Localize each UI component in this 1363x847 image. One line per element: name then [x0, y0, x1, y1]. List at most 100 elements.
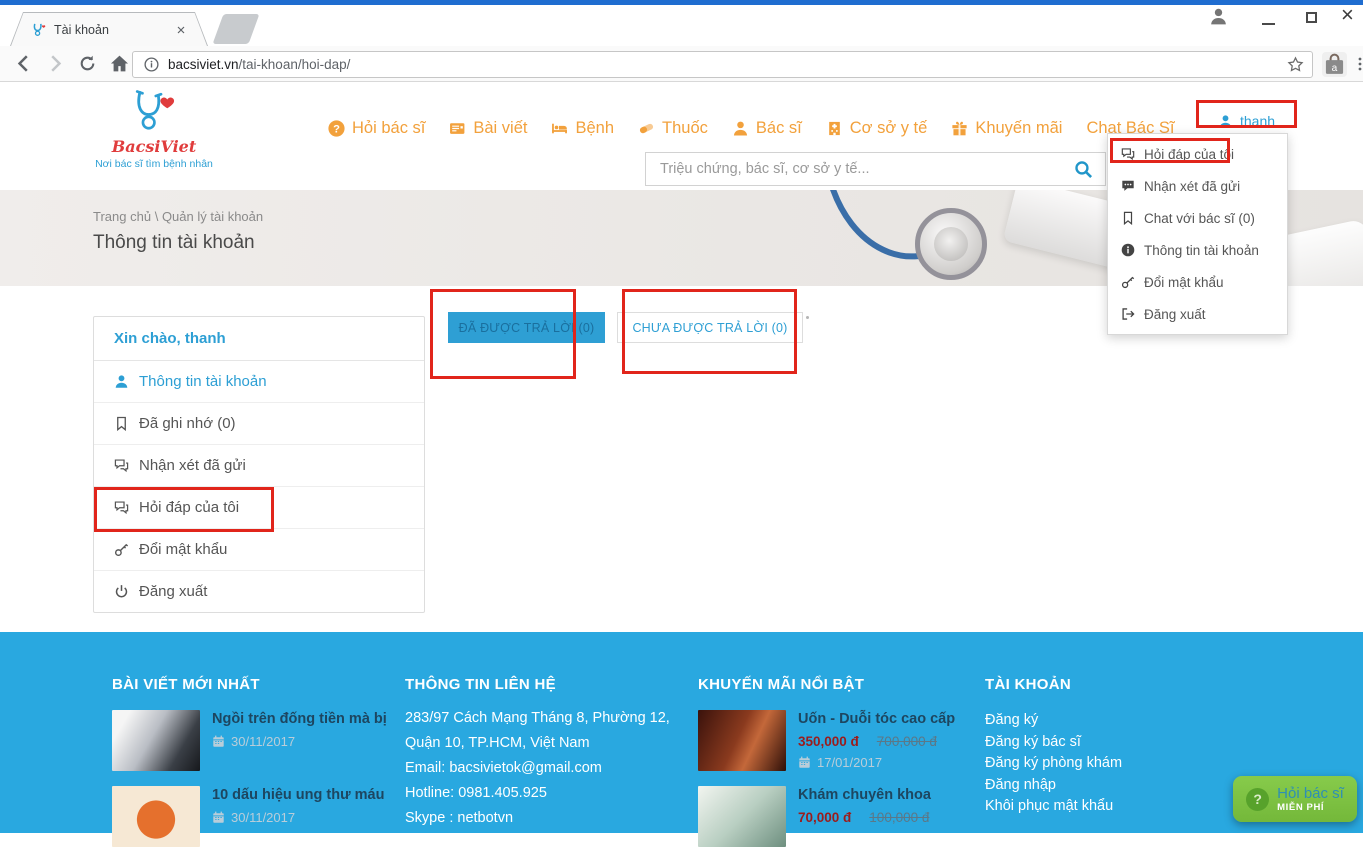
contact-skype: Skype : netbotvn	[405, 806, 670, 831]
comments-icon	[114, 500, 129, 515]
footer-post-item[interactable]: Ngồi trên đống tiền mà bị 30/11/2017	[112, 710, 392, 771]
menu-item-label: Đăng xuất	[1144, 307, 1206, 322]
menu-item-doi-mat-khau[interactable]: Đổi mật khẩu	[1108, 266, 1287, 298]
newspaper-icon	[449, 120, 466, 137]
site-logo[interactable]: BacsiViet Nơi bác sĩ tìm bệnh nhân	[88, 88, 220, 170]
nav-label: Bệnh	[575, 119, 614, 138]
page-title: Thông tin tài khoản	[93, 232, 255, 254]
contact-address-line: Quận 10, TP.HCM, Việt Nam	[405, 731, 670, 756]
question-circle-icon: ?	[328, 120, 345, 137]
sidebar-item-thong-tin-tai-khoan[interactable]: Thông tin tài khoản	[94, 361, 424, 403]
menu-item-label: Nhận xét đã gửi	[1144, 179, 1240, 194]
extension-icon[interactable]: a	[1322, 52, 1347, 77]
tab-close-icon[interactable]	[175, 24, 187, 36]
menu-item-hoi-dap-cua-toi[interactable]: Hỏi đáp của tôi	[1108, 138, 1287, 170]
nav-item-co-so-y-te[interactable]: Cơ sở y tế	[826, 119, 928, 138]
menu-item-thong-tin-tai-khoan[interactable]: Thông tin tài khoản	[1108, 234, 1287, 266]
sidebar-greeting: Xin chào, thanh	[94, 317, 424, 361]
promo-old-price: 700,000 đ	[877, 734, 937, 749]
comment-filled-icon	[1121, 179, 1135, 193]
sidebar-item-label: Nhận xét đã gửi	[139, 457, 246, 474]
nav-label: Bác sĩ	[756, 119, 802, 138]
sidebar-item-dang-xuat[interactable]: Đăng xuất	[94, 571, 424, 612]
breadcrumb-home[interactable]: Trang chủ	[93, 209, 151, 224]
nav-label: Hỏi bác sĩ	[352, 119, 425, 138]
footer-column-title: BÀI VIẾT MỚI NHẤT	[112, 676, 260, 693]
nav-item-benh[interactable]: Bệnh	[551, 119, 614, 138]
contact-email: Email: bacsivietok@gmail.com	[405, 756, 670, 781]
menu-item-dang-xuat[interactable]: Đăng xuất	[1108, 298, 1287, 330]
nav-item-khuyen-mai[interactable]: Khuyến mãi	[951, 119, 1062, 138]
footer-latest-posts: BÀI VIẾT MỚI NHẤT Ngồi trên đống tiền mà…	[112, 632, 392, 833]
nav-item-bac-si[interactable]: Bác sĩ	[732, 119, 802, 138]
post-thumbnail[interactable]	[112, 710, 200, 771]
stethoscope-photo-decoration	[915, 208, 987, 280]
bed-icon	[551, 120, 568, 137]
stray-dot-decoration	[806, 316, 809, 319]
browser-tab[interactable]: Tài khoản	[10, 12, 208, 46]
window-minimize-button[interactable]	[1262, 23, 1275, 25]
sidebar-item-doi-mat-khau[interactable]: Đổi mật khẩu	[94, 529, 424, 571]
calendar-icon	[212, 811, 225, 824]
window-maximize-button[interactable]	[1306, 12, 1317, 23]
menu-item-nhan-xet-da-gui[interactable]: Nhận xét đã gửi	[1108, 170, 1287, 202]
nav-item-hoi-bac-si[interactable]: ? Hỏi bác sĩ	[328, 119, 425, 138]
comments-icon	[114, 458, 129, 473]
url-path: /tai-khoan/hoi-dap/	[239, 57, 351, 72]
sidebar-item-label: Đổi mật khẩu	[139, 541, 227, 558]
stethoscope-logo-icon	[127, 88, 181, 134]
tab-answered[interactable]: ĐÃ ĐƯỢC TRẢ LỜI (0)	[448, 312, 605, 343]
post-title[interactable]: 10 dấu hiệu ung thư máu	[212, 786, 384, 804]
footer-link-dang-ky-phong-kham[interactable]: Đăng ký phòng khám	[985, 753, 1122, 775]
sidebar-item-da-ghi-nho[interactable]: Đã ghi nhớ (0)	[94, 403, 424, 445]
search-icon[interactable]	[1074, 160, 1093, 179]
nav-item-bai-viet[interactable]: Bài viết	[449, 119, 527, 138]
post-title[interactable]: Ngồi trên đống tiền mà bị	[212, 710, 387, 728]
bookmark-star-icon[interactable]	[1287, 56, 1304, 73]
site-footer: BÀI VIẾT MỚI NHẤT Ngồi trên đống tiền mà…	[0, 632, 1363, 833]
breadcrumb: Trang chủ \ Quản lý tài khoản	[93, 209, 263, 224]
sidebar-item-nhan-xet-da-gui[interactable]: Nhận xét đã gửi	[94, 445, 424, 487]
promo-old-price: 100,000 đ	[869, 810, 929, 825]
promo-title[interactable]: Uốn - Duỗi tóc cao cấp	[798, 710, 955, 728]
footer-post-item[interactable]: 10 dấu hiệu ung thư máu 30/11/2017	[112, 786, 392, 847]
menu-item-chat-voi-bac-si[interactable]: Chat với bác sĩ (0)	[1108, 202, 1287, 234]
contact-address-line: 283/97 Cách Mạng Tháng 8, Phường 12,	[405, 706, 670, 731]
contact-hotline: Hotline: 0981.405.925	[405, 781, 670, 806]
key-icon	[1121, 275, 1135, 289]
footer-link-dang-nhap[interactable]: Đăng nhập	[985, 775, 1122, 797]
user-icon	[114, 374, 129, 389]
window-close-button[interactable]: ×	[1341, 2, 1354, 28]
promo-thumbnail[interactable]	[698, 786, 786, 847]
promo-price: 70,000 đ	[798, 810, 851, 825]
footer-promo-item[interactable]: Khám chuyên khoa 70,000 đ 100,000 đ	[698, 786, 978, 847]
footer-link-dang-ky-bac-si[interactable]: Đăng ký bác sĩ	[985, 732, 1122, 754]
doctor-icon	[732, 120, 749, 137]
account-sidebar: Xin chào, thanh Thông tin tài khoản Đã g…	[93, 316, 425, 613]
browser-menu-icon[interactable]	[1352, 53, 1363, 75]
home-button[interactable]	[109, 53, 130, 74]
back-button[interactable]	[13, 53, 34, 74]
sidebar-item-label: Thông tin tài khoản	[139, 373, 267, 390]
forward-button[interactable]	[45, 53, 66, 74]
page-info-icon[interactable]	[144, 57, 159, 72]
promo-title[interactable]: Khám chuyên khoa	[798, 786, 931, 804]
tab-unanswered[interactable]: CHƯA ĐƯỢC TRẢ LỜI (0)	[617, 312, 803, 343]
footer-promo-item[interactable]: Uốn - Duỗi tóc cao cấp 350,000 đ 700,000…	[698, 710, 978, 771]
address-bar[interactable]: bacsiviet.vn /tai-khoan/hoi-dap/	[132, 51, 1313, 78]
post-thumbnail[interactable]	[112, 786, 200, 847]
reload-button[interactable]	[78, 54, 97, 73]
nav-item-thuoc[interactable]: Thuốc	[638, 119, 708, 138]
search-input[interactable]	[646, 161, 1074, 177]
site-favicon-icon	[31, 22, 46, 37]
calendar-icon	[798, 756, 811, 769]
promo-thumbnail[interactable]	[698, 710, 786, 771]
ask-doctor-float-button[interactable]: ? Hỏi bác sĩ MIỄN PHÍ	[1233, 776, 1357, 822]
footer-link-khoi-phuc-mat-khau[interactable]: Khôi phục mật khẩu	[985, 796, 1122, 818]
menu-item-label: Đổi mật khẩu	[1144, 275, 1224, 290]
footer-link-dang-ky[interactable]: Đăng ký	[985, 710, 1122, 732]
sidebar-item-hoi-dap-cua-toi[interactable]: Hỏi đáp của tôi	[94, 487, 424, 529]
browser-profile-icon[interactable]	[1209, 7, 1228, 26]
key-icon	[114, 542, 129, 557]
user-menu-trigger[interactable]: thanh	[1218, 113, 1275, 129]
